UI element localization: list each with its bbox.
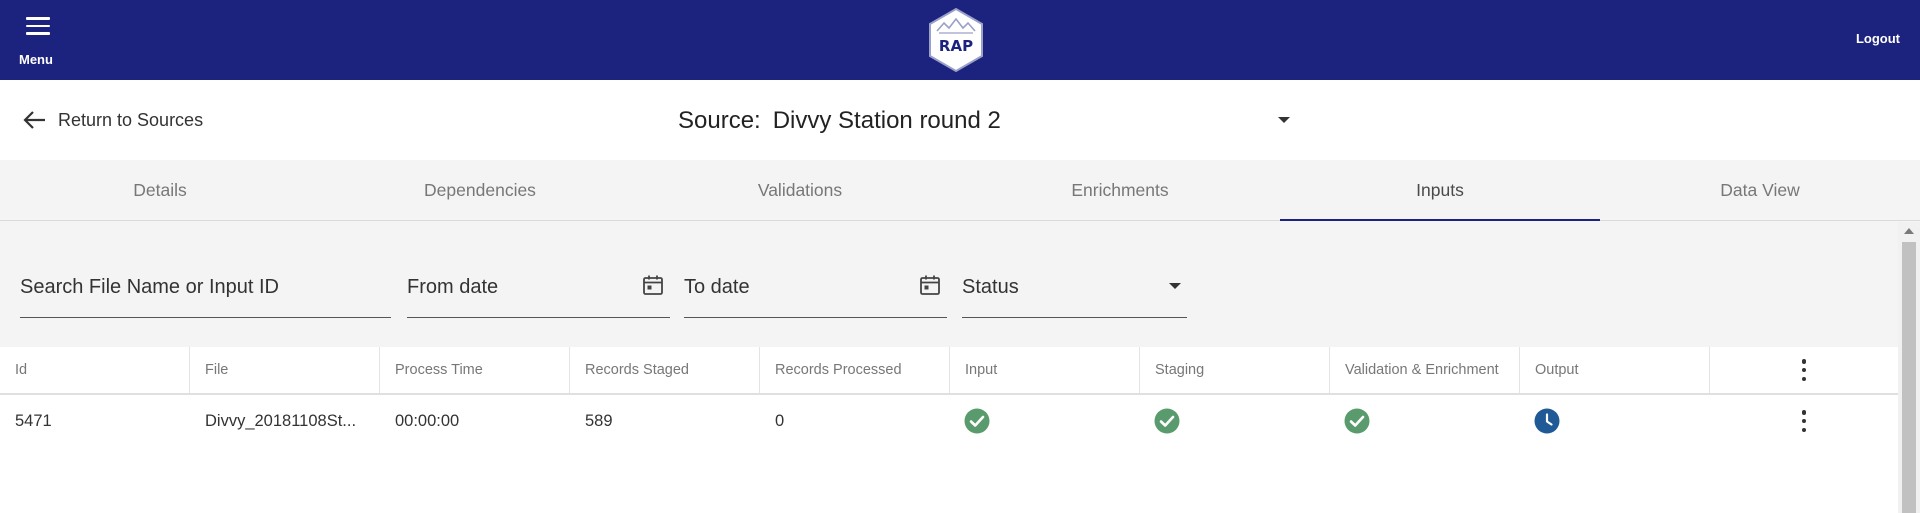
more-vert-icon[interactable]	[1801, 410, 1807, 432]
calendar-icon[interactable]	[642, 274, 664, 296]
cell-staging-status	[1140, 408, 1330, 434]
inputs-table: Id File Process Time Records Staged Reco…	[0, 347, 1898, 513]
column-options-cell	[1710, 347, 1898, 393]
to-date-placeholder: To date	[684, 276, 750, 298]
top-app-bar: Menu RAP Logout	[0, 0, 1920, 80]
source-header: Return to Sources Source: Divvy Station …	[0, 80, 1920, 160]
column-header-id[interactable]: Id	[0, 347, 190, 393]
table-row[interactable]: 5471 Divvy_20181108St... 00:00:00 589 0	[0, 395, 1898, 447]
source-select[interactable]: Source: Divvy Station round 2	[678, 104, 1290, 138]
logo-text: RAP	[939, 37, 973, 55]
chevron-down-icon	[1278, 117, 1290, 123]
menu-label: Menu	[19, 52, 53, 67]
tab-dependencies[interactable]: Dependencies	[320, 160, 640, 220]
to-date-field[interactable]: To date	[684, 264, 947, 318]
cell-records-staged: 589	[585, 411, 613, 430]
logout-button[interactable]: Logout	[1856, 31, 1900, 46]
from-date-field[interactable]: From date	[407, 264, 670, 318]
status-select[interactable]: Status	[962, 264, 1187, 318]
column-header-output[interactable]: Output	[1520, 347, 1710, 393]
cell-id: 5471	[15, 411, 52, 430]
tab-enrichments[interactable]: Enrichments	[960, 160, 1280, 220]
scrollbar-thumb[interactable]	[1902, 242, 1916, 513]
cell-output-status	[1520, 408, 1710, 434]
search-input[interactable]: Search File Name or Input ID	[20, 264, 391, 318]
hamburger-icon	[26, 17, 50, 35]
arrow-left-icon	[23, 111, 45, 129]
column-header-process-time[interactable]: Process Time	[380, 347, 570, 393]
cell-process-time: 00:00:00	[395, 411, 460, 430]
column-header-input[interactable]: Input	[950, 347, 1140, 393]
tab-inputs[interactable]: Inputs	[1280, 160, 1600, 221]
source-value: Divvy Station round 2	[772, 107, 1001, 134]
chevron-down-icon	[1169, 283, 1181, 289]
column-header-records-staged[interactable]: Records Staged	[570, 347, 760, 393]
check-circle-icon	[1344, 408, 1370, 434]
cell-records-processed: 0	[775, 411, 785, 430]
column-header-validation-enrichment[interactable]: Validation & Enrichment	[1330, 347, 1520, 393]
check-circle-icon	[964, 408, 990, 434]
vertical-scrollbar[interactable]	[1898, 222, 1920, 513]
filter-bar: Search File Name or Input ID From date T…	[0, 222, 1898, 347]
column-header-records-processed[interactable]: Records Processed	[760, 347, 950, 393]
source-label: Source:	[678, 107, 761, 134]
table-header: Id File Process Time Records Staged Reco…	[0, 347, 1898, 395]
cell-file: Divvy_20181108St...	[205, 411, 357, 430]
check-circle-icon	[1154, 408, 1180, 434]
cell-row-actions	[1710, 410, 1898, 432]
rap-logo: RAP	[929, 7, 983, 73]
table-body: 5471 Divvy_20181108St... 00:00:00 589 0	[0, 395, 1898, 447]
from-date-placeholder: From date	[407, 276, 499, 298]
more-vert-icon[interactable]	[1801, 359, 1807, 381]
status-placeholder: Status	[962, 276, 1019, 298]
tab-details[interactable]: Details	[0, 160, 320, 220]
clock-icon	[1534, 408, 1560, 434]
scroll-up-arrow-icon[interactable]	[1904, 228, 1914, 234]
search-placeholder: Search File Name or Input ID	[20, 276, 279, 298]
source-tabs: Details Dependencies Validations Enrichm…	[0, 160, 1920, 221]
menu-button[interactable]: Menu	[14, 10, 60, 72]
tab-data-view[interactable]: Data View	[1600, 160, 1920, 220]
cell-validation-status	[1330, 408, 1520, 434]
calendar-icon[interactable]	[919, 274, 941, 296]
column-header-staging[interactable]: Staging	[1140, 347, 1330, 393]
return-to-sources-link[interactable]: Return to Sources	[22, 107, 203, 133]
column-header-file[interactable]: File	[190, 347, 380, 393]
tab-validations[interactable]: Validations	[640, 160, 960, 220]
return-to-sources-label: Return to Sources	[58, 109, 204, 130]
cell-input-status	[950, 408, 1140, 434]
